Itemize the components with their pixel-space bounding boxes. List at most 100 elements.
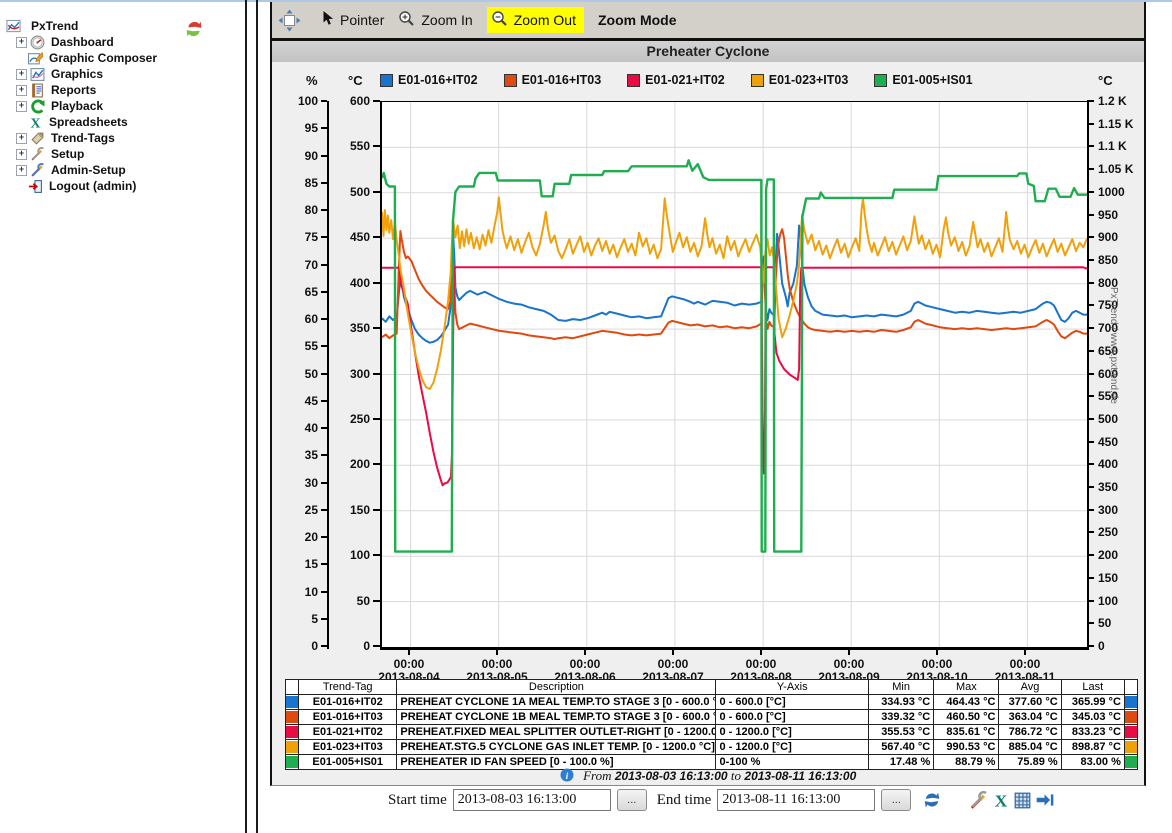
percent-tick: [321, 645, 327, 647]
celsius-right-tick-label: 1.15 K: [1098, 118, 1146, 130]
celsius-left-tick-label: 250: [336, 413, 370, 425]
expander-plus-icon[interactable]: +: [16, 165, 27, 176]
expander-plus-icon[interactable]: +: [16, 85, 27, 96]
svg-text:X: X: [995, 791, 1008, 809]
sidebar-item-playback[interactable]: +Playback: [6, 98, 236, 114]
start-time-input[interactable]: [453, 789, 611, 811]
cell-min: 339.32 °C: [869, 710, 934, 725]
celsius-right-tick-label: 750: [1098, 299, 1146, 311]
cell-trend-tag: E01-023+IT03: [299, 740, 397, 755]
table-row-e01-023-it03[interactable]: E01-023+IT03PREHEAT.STG.5 CYCLONE GAS IN…: [286, 740, 1138, 755]
celsius-right-tick-label: 0: [1098, 640, 1146, 652]
celsius-left-tick-label: 600: [336, 95, 370, 107]
zoom-in-label: Zoom In: [421, 12, 472, 28]
pointer-tool[interactable]: Pointer: [321, 10, 384, 30]
percent-tick-label: 30: [288, 477, 318, 489]
percent-axis-header: %: [306, 73, 318, 88]
cell-min: 334.93 °C: [869, 695, 934, 710]
sidebar-item-trend-tags[interactable]: +Trend-Tags: [6, 130, 236, 146]
percent-tick-label: 15: [288, 558, 318, 570]
table-row-e01-016-it02[interactable]: E01-016+IT02PREHEAT CYCLONE 1A MEAL TEMP…: [286, 695, 1138, 710]
celsius-left-tick: [373, 418, 380, 420]
expander-plus-icon[interactable]: +: [16, 149, 27, 160]
row-color-swatch: [1124, 725, 1137, 740]
spreadsheets-icon: X: [28, 115, 45, 130]
expander-plus-icon[interactable]: +: [16, 101, 27, 112]
table-row-e01-021-it02[interactable]: E01-021+IT02PREHEAT.FIXED MEAL SPLITTER …: [286, 725, 1138, 740]
info-prefix: From: [583, 768, 611, 783]
end-time-browse-button[interactable]: ...: [881, 789, 911, 811]
celsius-right-tick-label: 100: [1098, 595, 1146, 607]
sidebar-item-graphics[interactable]: + Graphics: [6, 66, 236, 82]
x-axis-time-label: 00:00: [637, 657, 709, 671]
graphic-composer-icon: [28, 51, 45, 66]
col-header-trend-tag: Trend-Tag: [299, 680, 397, 695]
celsius-left-tick: [373, 145, 380, 147]
info-icon: i: [560, 771, 574, 785]
sidebar-item-admin-setup[interactable]: +Admin-Setup: [6, 162, 236, 178]
sidebar-item-reports[interactable]: +Reports: [6, 82, 236, 98]
celsius-right-tick-label: 600: [1098, 368, 1146, 380]
zoom-in-tool[interactable]: Zoom In: [398, 10, 472, 30]
percent-tick-label: 10: [288, 586, 318, 598]
table-row-e01-016-it03[interactable]: E01-016+IT03PREHEAT CYCLONE 1B MEAL TEMP…: [286, 710, 1138, 725]
cell-trend-tag: E01-016+IT03: [299, 710, 397, 725]
celsius-left-tick-label: 150: [336, 504, 370, 516]
end-time-input[interactable]: [717, 789, 875, 811]
percent-tick: [321, 509, 327, 511]
x-axis-time-label: 00:00: [461, 657, 533, 671]
percent-tick: [321, 536, 327, 538]
refresh-chart-icon[interactable]: [923, 791, 941, 809]
legend-swatch: [504, 74, 517, 87]
sidebar-item-logout-admin[interactable]: Logout (admin): [6, 178, 236, 194]
celsius-left-tick: [373, 554, 380, 556]
legend-label: E01-016+IT03: [522, 73, 602, 87]
sidebar-item-spreadsheets[interactable]: XSpreadsheets: [6, 114, 236, 130]
go-to-end-icon[interactable]: [1035, 792, 1054, 808]
pan-pad-icon[interactable]: [278, 9, 307, 32]
col-header-min: Min: [869, 680, 934, 695]
percent-tick-label: 35: [288, 449, 318, 461]
sidebar-item-label: Setup: [51, 147, 84, 161]
tools-icon[interactable]: [969, 791, 988, 810]
percent-tick-label: 75: [288, 231, 318, 243]
percent-tick-label: 45: [288, 395, 318, 407]
zoom-out-tool[interactable]: Zoom Out: [487, 7, 584, 33]
x-axis-time-label: 00:00: [725, 657, 797, 671]
cell-min: 567.40 °C: [869, 740, 934, 755]
celsius-right-tick-label: 500: [1098, 413, 1146, 425]
sidebar-item-label: Graphics: [51, 67, 103, 81]
sidebar-item-graphic-composer[interactable]: Graphic Composer: [6, 50, 236, 66]
start-time-browse-button[interactable]: ...: [617, 789, 647, 811]
expander-plus-icon[interactable]: +: [16, 69, 27, 80]
data-grid-icon[interactable]: [1014, 792, 1031, 809]
tree-connector: [16, 182, 25, 191]
tree-connector: [16, 118, 25, 127]
celsius-left-tick-label: 550: [336, 140, 370, 152]
celsius-right-tick-label: 200: [1098, 549, 1146, 561]
row-color-swatch: [1124, 695, 1137, 710]
row-color-swatch: [286, 695, 299, 710]
zoom-out-label: Zoom Out: [514, 12, 576, 28]
celsius-left-axis-header: °C: [348, 73, 363, 88]
plot-area[interactable]: [380, 101, 1089, 650]
expander-plus-icon[interactable]: +: [16, 37, 27, 48]
refresh-tree-icon[interactable]: [185, 20, 203, 38]
percent-tick-label: 0: [288, 640, 318, 652]
time-range-info: i From 2013-08-03 16:13:00 to 2013-08-11…: [272, 768, 1144, 785]
celsius-left-tick: [373, 282, 380, 284]
legend-label: E01-016+IT02: [398, 73, 478, 87]
cell-max: 460.50 °C: [934, 710, 999, 725]
celsius-right-tick-label: 1.05 K: [1098, 163, 1146, 175]
swatch-col-header: [286, 680, 299, 695]
trend-panel: Pointer Zoom In Zoom Out Zoom Mode Prehe…: [270, 2, 1146, 786]
export-spreadsheet-icon[interactable]: X: [992, 791, 1010, 809]
dashboard-icon: [30, 35, 47, 50]
pointer-label: Pointer: [340, 12, 384, 28]
cell-avg: 377.60 °C: [999, 695, 1061, 710]
percent-tick-label: 80: [288, 204, 318, 216]
expander-plus-icon[interactable]: +: [16, 133, 27, 144]
sidebar-item-setup[interactable]: + Setup: [6, 146, 236, 162]
row-color-swatch: [1124, 740, 1137, 755]
celsius-left-tick-label: 100: [336, 549, 370, 561]
